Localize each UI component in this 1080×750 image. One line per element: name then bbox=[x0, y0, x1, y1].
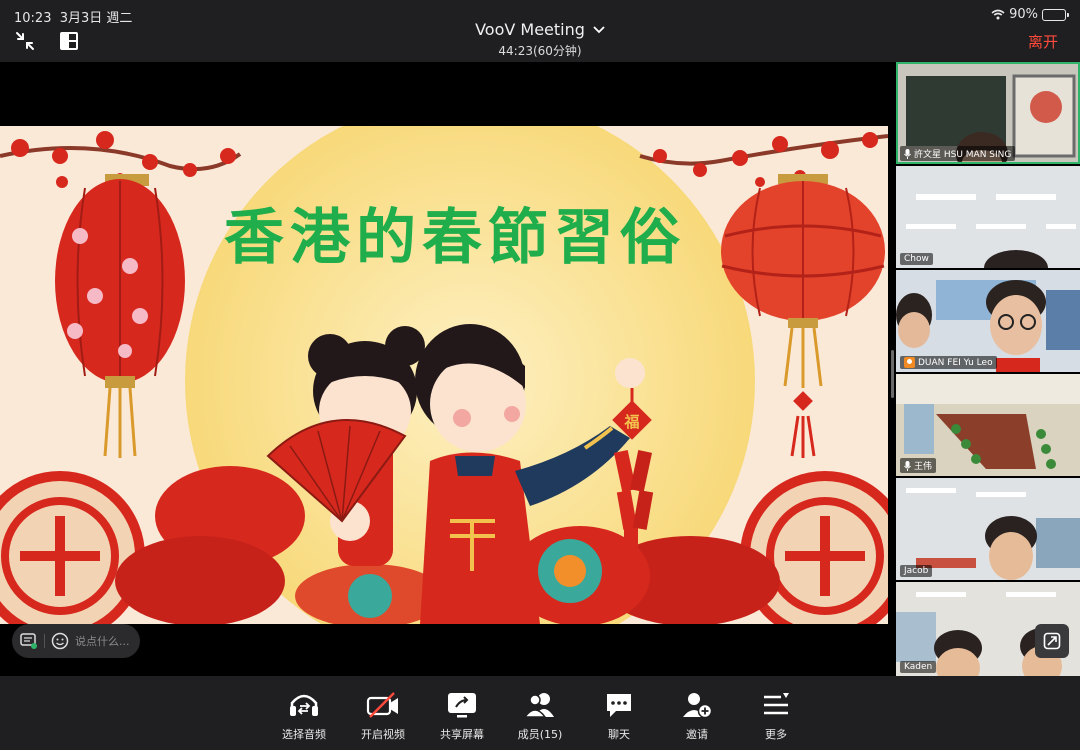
share-screen-icon bbox=[430, 690, 494, 720]
host-icon bbox=[904, 357, 915, 368]
shared-screen-area: 香港的春節習俗 福 说点什么... bbox=[0, 62, 893, 676]
title-bar: 10:23 3月3日 週二 90% VooV Meeting 44:23(60分… bbox=[0, 0, 1080, 62]
fu-character: 福 bbox=[623, 413, 639, 431]
chat-input-bar[interactable]: 说点什么... bbox=[12, 624, 140, 658]
participant-name: DUAN FEI Yu Leo bbox=[918, 357, 993, 368]
slide-illustration: 香港的春節習俗 福 bbox=[0, 126, 888, 624]
app-title-text: VooV Meeting bbox=[475, 20, 585, 39]
members-button[interactable]: 成员(15) bbox=[508, 690, 572, 742]
participant-strip: 許文星 HSU MAN SING Chow DUAN FEI Yu Leo 王伟… bbox=[896, 62, 1080, 676]
participant-name: Kaden bbox=[904, 662, 933, 672]
participant-tile[interactable]: 許文星 HSU MAN SING bbox=[896, 62, 1080, 164]
floating-window-button[interactable] bbox=[1035, 624, 1069, 658]
more-icon bbox=[744, 690, 808, 720]
participant-name-tag: 王伟 bbox=[900, 458, 937, 473]
chat-divider bbox=[44, 634, 45, 648]
audio-icon bbox=[272, 690, 336, 720]
chat-label: 聊天 bbox=[608, 728, 630, 741]
chat-log-icon[interactable] bbox=[20, 633, 38, 649]
participant-name: 王伟 bbox=[914, 462, 933, 472]
chat-placeholder[interactable]: 说点什么... bbox=[75, 633, 130, 649]
meeting-timer: 44:23(60分钟) bbox=[498, 44, 582, 58]
more-label: 更多 bbox=[765, 728, 787, 741]
participant-name-tag: Chow bbox=[900, 253, 933, 265]
participant-name-tag: DUAN FEI Yu Leo bbox=[900, 356, 997, 369]
more-button[interactable]: 更多 bbox=[744, 690, 808, 742]
leave-button[interactable]: 离开 bbox=[1028, 31, 1058, 52]
mic-icon bbox=[904, 460, 911, 471]
battery-icon bbox=[1042, 8, 1069, 21]
chat-icon bbox=[587, 690, 651, 720]
participant-tile[interactable]: DUAN FEI Yu Leo bbox=[896, 270, 1080, 372]
meeting-toolbar: 选择音频 开启视频 共享屏幕 成员(15) 聊天 邀请 更多 bbox=[0, 676, 1080, 750]
participant-tile[interactable]: Chow bbox=[896, 166, 1080, 268]
video-off-icon bbox=[351, 690, 415, 720]
meeting-title[interactable]: VooV Meeting bbox=[475, 20, 605, 39]
video-button[interactable]: 开启视频 bbox=[351, 690, 415, 742]
invite-button[interactable]: 邀请 bbox=[665, 690, 729, 742]
participant-tile[interactable]: Jacob bbox=[896, 478, 1080, 580]
invite-icon bbox=[665, 690, 729, 720]
invite-label: 邀请 bbox=[686, 728, 708, 741]
audio-label: 选择音频 bbox=[282, 728, 326, 741]
members-label: 成员(15) bbox=[517, 728, 563, 741]
meeting-title-block[interactable]: VooV Meeting 44:23(60分钟) bbox=[0, 20, 1080, 59]
chat-button[interactable]: 聊天 bbox=[587, 690, 651, 742]
audio-button[interactable]: 选择音频 bbox=[272, 690, 336, 742]
participant-name: Chow bbox=[904, 254, 929, 264]
mic-icon bbox=[904, 148, 911, 159]
participant-name: 許文星 HSU MAN SING bbox=[914, 150, 1012, 160]
members-icon bbox=[508, 690, 572, 720]
wifi-icon bbox=[991, 9, 1005, 20]
participant-name-tag: 許文星 HSU MAN SING bbox=[900, 146, 1016, 161]
strip-resize-handle[interactable] bbox=[891, 350, 894, 398]
participant-name: Jacob bbox=[904, 566, 929, 576]
emoji-icon[interactable] bbox=[51, 632, 69, 650]
medallion-left bbox=[0, 471, 145, 624]
share-screen-label: 共享屏幕 bbox=[440, 728, 484, 741]
shared-slide: 香港的春節習俗 福 bbox=[0, 126, 888, 624]
participant-name-tag: Jacob bbox=[900, 565, 933, 577]
floating-window-icon bbox=[1043, 632, 1061, 650]
chevron-down-icon bbox=[593, 25, 605, 33]
participant-tile[interactable]: 王伟 bbox=[896, 374, 1080, 476]
slide-title: 香港的春節習俗 bbox=[224, 203, 686, 273]
video-label: 开启视频 bbox=[361, 728, 405, 741]
share-screen-button[interactable]: 共享屏幕 bbox=[430, 690, 494, 742]
participant-name-tag: Kaden bbox=[900, 661, 937, 673]
